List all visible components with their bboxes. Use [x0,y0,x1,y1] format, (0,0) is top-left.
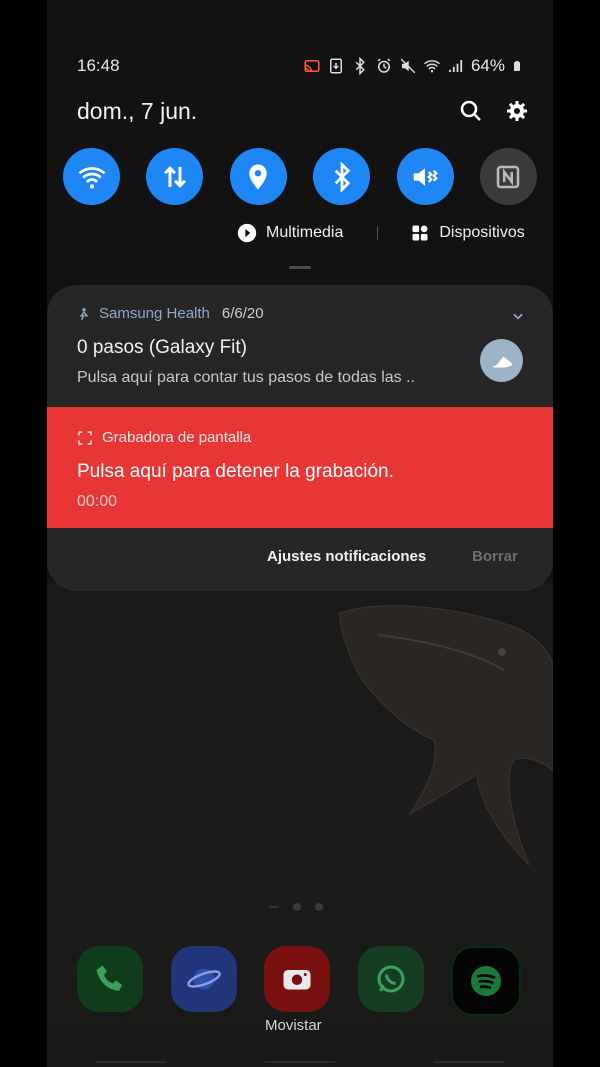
signal-icon [449,60,463,72]
notification-title: Pulsa aquí para detener la grabación. [77,461,394,482]
multimedia-label: Multimedia [266,224,344,241]
notification-actions: Ajustes notificaciones Borrar [47,548,553,572]
screen-recorder-notification[interactable]: Grabadora de pantalla Pulsa aquí para de… [47,407,553,528]
phone-app[interactable] [77,946,143,1012]
cast-icon [304,60,320,72]
app-name: Grabadora de pantalla [102,429,252,446]
status-icons: 64% [303,56,523,76]
nav-indicator [96,1061,167,1063]
whatsapp-icon [377,965,404,993]
camera-icon [283,970,311,990]
multimedia-button[interactable]: Multimedia [237,223,343,243]
devices-label: Dispositivos [439,224,525,241]
alarm-icon [377,58,391,73]
planet-icon [186,968,221,990]
location-toggle[interactable] [229,148,287,205]
location-pin-icon [249,164,268,189]
pager-dot [315,903,323,911]
status-bar: 16:48 64% [77,52,523,80]
divider [377,226,379,240]
gear-icon[interactable] [505,99,529,123]
play-circle-icon [237,223,257,243]
phone-icon [96,965,122,991]
home-page-indicator [269,903,323,911]
wifi-icon [78,166,105,188]
header-row: dom., 7 jun. [77,94,529,128]
phone-screen: 16:48 64% dom., 7 jun. Multimedia Dispos… [47,0,553,1067]
bluetooth-status-icon [355,57,365,75]
wifi-status-icon [423,60,440,73]
notification-panel: Samsung Health 6/6/20 0 pasos (Galaxy Fi… [47,285,553,591]
notification-text: Pulsa aquí para contar tus pasos de toda… [77,369,415,386]
bluetooth-icon [334,161,350,192]
pager-dash [269,906,279,908]
recording-timer: 00:00 [77,493,118,510]
folder-label: Movistar [265,1017,322,1034]
spotify-app[interactable] [451,946,521,1016]
data-arrows-icon [163,165,186,188]
battery-percent: 64% [470,56,505,75]
search-icon[interactable] [459,99,483,123]
samsung-health-icon [79,307,89,320]
screen-record-icon [78,430,92,445]
bluetooth-toggle[interactable] [313,148,371,205]
clear-button[interactable]: Borrar [472,548,518,565]
mute-icon [400,58,416,74]
media-devices-row: Multimedia Dispositivos [237,220,525,246]
nav-indicator [264,1061,335,1063]
mobile-data-toggle[interactable] [146,148,204,205]
wifi-toggle[interactable] [63,148,120,205]
shoe-icon [491,356,512,367]
date-label: dom., 7 jun. [77,97,198,124]
app-name: Samsung Health [99,305,210,322]
pager-dot [293,903,301,911]
notification-settings-button[interactable]: Ajustes notificaciones [267,548,426,565]
nfc-icon [497,165,520,188]
battery-icon [514,61,520,71]
download-icon [329,58,342,74]
vibrate-mute-icon [413,167,438,186]
quick-settings [63,148,537,205]
nav-indicator [433,1061,504,1063]
samsung-health-notification[interactable]: Samsung Health 6/6/20 0 pasos (Galaxy Fi… [47,285,553,407]
whatsapp-app[interactable] [357,946,424,1012]
notification-title: 0 pasos (Galaxy Fit) [77,337,247,358]
whale-wallpaper-image [339,605,553,866]
camera-app[interactable] [264,946,330,1012]
chevron-down-icon[interactable] [511,309,525,323]
devices-button[interactable]: Dispositivos [410,223,525,243]
spotify-icon [471,966,501,996]
internet-app[interactable] [170,946,237,1012]
sound-toggle[interactable] [396,148,454,205]
navigation-bar [47,1057,553,1067]
app-dock [77,946,521,1016]
devices-grid-icon [412,225,428,241]
drag-handle[interactable] [289,266,311,269]
status-time: 16:48 [77,56,120,75]
shoe-avatar [480,339,523,382]
nfc-toggle[interactable] [479,148,537,205]
notification-date: 6/6/20 [221,305,264,322]
